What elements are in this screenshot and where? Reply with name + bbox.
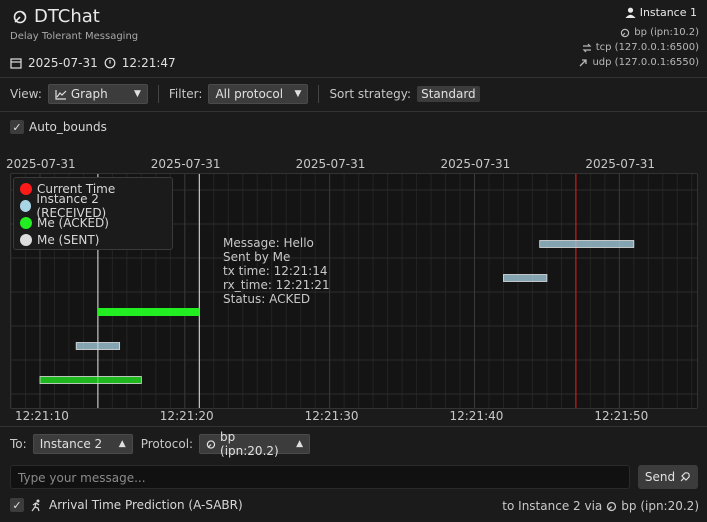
- message-bar: [539, 240, 635, 248]
- sort-strategy-button[interactable]: Standard: [417, 86, 480, 102]
- message-bar: [75, 342, 121, 350]
- legend-swatch: [20, 182, 32, 195]
- app-subtitle: Delay Tolerant Messaging: [10, 31, 139, 42]
- toolbar-separator: [318, 85, 320, 103]
- app-title: DTChat: [12, 6, 100, 27]
- protocol-select-value: bp (ipn:20.2): [220, 430, 279, 458]
- message-bar: [97, 308, 200, 316]
- endpoint-udp-text: udp (127.0.0.1:6550): [592, 57, 699, 68]
- calendar-icon: [10, 58, 22, 69]
- tooltip-rx-time: rx_time: 12:21:21: [223, 278, 330, 292]
- current-datetime: 2025-07-31 12:21:47: [10, 56, 176, 70]
- filter-select[interactable]: All protocol ▼: [208, 84, 309, 104]
- bottom-axis-tick-label: 12:21:30: [304, 409, 359, 423]
- toolbar-divider: [0, 111, 707, 112]
- line-chart-icon: [55, 89, 67, 100]
- view-label: View:: [10, 87, 42, 101]
- route-target: bp (ipn:20.2): [621, 499, 699, 513]
- prediction-label: Arrival Time Prediction (A-SABR): [49, 498, 243, 512]
- satellite-icon: [607, 501, 617, 511]
- filter-label: Filter:: [168, 87, 203, 101]
- route-prefix: to Instance 2 via: [502, 499, 603, 513]
- message-tooltip: Message: Hello Sent by Me tx time: 12:21…: [223, 236, 330, 306]
- exchange-icon: [582, 43, 592, 52]
- top-axis-tick-label: 2025-07-31: [585, 157, 656, 171]
- to-label: To:: [10, 437, 27, 451]
- message-bar: [503, 274, 548, 282]
- satellite-icon: [13, 10, 27, 23]
- recipient-select-value: Instance 2: [39, 437, 103, 451]
- satellite-icon: [206, 439, 216, 449]
- chevron-up-icon: ▲: [118, 439, 126, 449]
- current-date: 2025-07-31: [28, 56, 98, 70]
- legend-item-instance-2-received[interactable]: Instance 2 (RECEIVED): [20, 192, 166, 220]
- endpoint-tcp-text: tcp (127.0.0.1:6500): [595, 42, 699, 53]
- chart-legend[interactable]: Current Time Instance 2 (RECEIVED) Me (A…: [13, 177, 173, 250]
- view-select-value: Graph: [70, 87, 108, 101]
- chart-divider: [0, 426, 707, 427]
- bottom-axis-tick-label: 12:21:10: [14, 409, 69, 423]
- send-label: Send: [644, 470, 676, 484]
- bottom-axis-tick-label: 12:21:50: [594, 409, 649, 423]
- endpoint-bp: bp (ipn:10.2): [620, 27, 699, 38]
- instance-label: Instance 1: [639, 6, 697, 19]
- top-axis-tick-label: 2025-07-31: [5, 157, 76, 171]
- arrow-up-right-icon: [579, 58, 588, 66]
- tooltip-tx-time: tx time: 12:21:14: [223, 264, 328, 278]
- legend-swatch: [20, 216, 32, 229]
- endpoint-udp: udp (127.0.0.1:6550): [578, 57, 699, 68]
- toolbar-separator: [157, 85, 159, 103]
- message-input[interactable]: Type your message...: [10, 465, 630, 489]
- send-button[interactable]: Send: [638, 465, 698, 489]
- legend-item-me-sent[interactable]: Me (SENT): [20, 231, 166, 248]
- tooltip-sender: Sent by Me: [223, 250, 291, 264]
- chevron-down-icon: ▼: [133, 89, 141, 99]
- auto-bounds-checkbox[interactable]: ✓: [10, 120, 24, 134]
- auto-bounds-toggle[interactable]: ✓ Auto_bounds: [10, 120, 107, 134]
- chevron-up-icon: ▲: [296, 439, 304, 449]
- endpoint-bp-text: bp (ipn:10.2): [634, 27, 699, 38]
- top-axis-tick-label: 2025-07-31: [295, 157, 366, 171]
- clock-icon: [104, 57, 116, 69]
- sort-label: Sort strategy:: [329, 87, 412, 101]
- satellite-icon: [621, 28, 630, 37]
- legend-label: Me (ACKED): [37, 215, 109, 230]
- recipient-select[interactable]: Instance 2 ▲: [32, 434, 133, 454]
- filter-select-value: All protocol: [215, 87, 284, 101]
- top-axis-tick-label: 2025-07-31: [440, 157, 511, 171]
- view-select[interactable]: Graph ▼: [47, 84, 148, 104]
- protocol-label: Protocol:: [140, 437, 194, 451]
- app-title-text: DTChat: [34, 6, 100, 27]
- legend-swatch: [20, 199, 32, 212]
- rocket-icon: [680, 472, 690, 482]
- toolbar: View: Graph ▼ Filter: All protocol ▼ Sor…: [10, 83, 480, 105]
- auto-bounds-label: Auto_bounds: [29, 120, 107, 134]
- prediction-checkbox[interactable]: ✓: [10, 498, 24, 512]
- bottom-axis-tick-label: 12:21:20: [159, 409, 214, 423]
- tooltip-status: Status: ACKED: [223, 292, 311, 306]
- legend-swatch: [20, 233, 32, 246]
- bottom-axis-tick-label: 12:21:40: [449, 409, 504, 423]
- instance-indicator: Instance 1: [625, 6, 697, 19]
- prediction-toggle[interactable]: ✓ Arrival Time Prediction (A-SABR): [10, 498, 243, 512]
- endpoint-tcp: tcp (127.0.0.1:6500): [582, 42, 699, 53]
- route-info: to Instance 2 via bp (ipn:20.2): [502, 499, 699, 513]
- compose-controls: To: Instance 2 ▲ Protocol: bp (ipn:20.2)…: [10, 430, 311, 458]
- user-icon: [625, 7, 636, 18]
- top-axis-tick-label: 2025-07-31: [150, 157, 221, 171]
- chevron-down-icon: ▼: [294, 89, 302, 99]
- current-time: 12:21:47: [121, 56, 176, 70]
- runner-icon: [31, 499, 40, 511]
- tooltip-message: Message: Hello: [223, 236, 314, 250]
- protocol-select[interactable]: bp (ipn:20.2) ▲: [199, 430, 311, 458]
- header-divider: [0, 77, 707, 78]
- message-bar: [39, 376, 142, 384]
- legend-label: Me (SENT): [37, 232, 100, 247]
